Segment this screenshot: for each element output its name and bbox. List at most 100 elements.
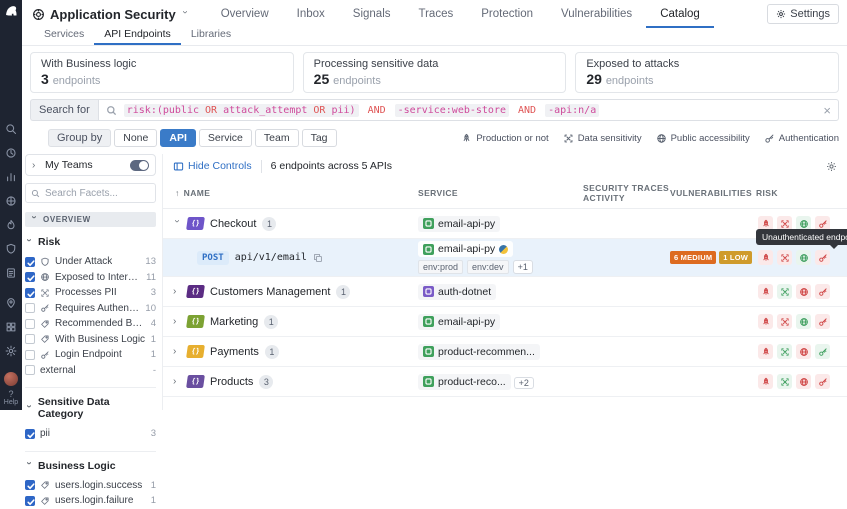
subnav-item-api-endpoints[interactable]: API Endpoints [94,28,181,45]
nav-synthetics-icon[interactable] [5,297,17,309]
copy-icon[interactable] [313,253,323,263]
topnav-item-signals[interactable]: Signals [339,0,405,28]
service-chip[interactable]: product-reco... [418,373,511,390]
column-header[interactable]: SERVICE [418,188,583,198]
facet-item[interactable]: Requires Authenticati... 10 [25,301,156,317]
more-tags-chip[interactable]: +1 [512,260,533,274]
subnav-item-libraries[interactable]: Libraries [181,28,241,45]
overview-section-header[interactable]: › OVERVIEW [25,212,156,227]
nav-integrations-icon[interactable] [5,321,17,333]
chevron-down-icon[interactable]: › [172,220,183,228]
service-chip[interactable]: email-api-py [418,313,501,330]
vulnerability-badge[interactable]: 6 MEDIUM [670,251,717,264]
my-teams-toggle[interactable] [130,159,149,171]
risk-rocket-icon[interactable] [758,314,773,329]
subnav-item-services[interactable]: Services [34,28,94,45]
risk-rocket-icon[interactable] [758,374,773,389]
facet-item[interactable]: With Business Logic 1 [25,332,156,348]
risk-pii-icon[interactable] [777,284,792,299]
service-chip[interactable]: auth-dotnet [418,283,497,300]
risk-globe-icon[interactable] [796,344,811,359]
facet-checkbox[interactable] [25,272,35,283]
group-by-none[interactable]: None [114,129,158,147]
service-chip[interactable]: product-recommen... [418,343,540,360]
table-row-api[interactable]: › { } Customers Management 1 auth-dotnet [163,277,847,307]
column-header[interactable]: RISK [756,188,847,198]
facet-search-input[interactable]: Search Facets... [25,183,156,203]
env-tag[interactable]: env:dev [467,260,509,274]
facet-item[interactable]: Processes PII 3 [25,285,156,301]
table-row-api[interactable]: › { } Marketing 1 email-api-py [163,307,847,337]
facet-item[interactable]: users.login.failure 1 [25,493,156,509]
column-header[interactable]: SECURITY TRACES ACTIVITY [583,183,670,203]
more-services-chip[interactable]: +2 [513,377,534,389]
risk-key-icon[interactable] [815,250,830,265]
topnav-item-inbox[interactable]: Inbox [283,0,339,28]
facet-item[interactable]: pii 3 [25,426,156,442]
chevron-right-icon[interactable]: › [173,316,181,327]
risk-pii-icon[interactable] [777,314,792,329]
facet-checkbox[interactable] [25,303,35,314]
env-tag[interactable]: env:prod [418,260,464,274]
facet-group-title[interactable]: › Business Logic [24,460,156,472]
facet-item[interactable]: users.login.success 1 [25,478,156,494]
facet-group-title[interactable]: › Sensitive Data Category [23,396,156,420]
product-switcher[interactable]: Application Security › [32,7,190,22]
facet-checkbox[interactable] [25,256,35,267]
column-header-name[interactable]: ↑ NAME [163,188,418,198]
nav-network-icon[interactable] [5,195,17,207]
facet-checkbox[interactable] [25,318,35,329]
table-row-endpoint[interactable]: POST api/v1/email email-api-py env:prod e… [163,229,847,277]
summary-card-2[interactable]: Exposed to attacks 29 endpoints [575,52,840,93]
facet-checkbox[interactable] [25,287,35,298]
facet-item[interactable]: external - [25,363,156,379]
facet-item[interactable]: Exposed to Internet 11 [25,270,156,286]
nav-metrics-icon[interactable] [5,171,17,183]
facet-item[interactable]: Login Endpoint 1 [25,347,156,363]
legend-rocket-toggle[interactable]: Production or not [461,133,549,144]
column-header[interactable]: VULNERABILITIES [670,188,756,198]
facet-checkbox[interactable] [25,349,35,360]
table-row-api[interactable]: › { } Checkout 1 email-api-py [163,209,847,239]
legend-globe-toggle[interactable]: Public accessibility [656,133,750,144]
group-by-api[interactable]: API [160,129,196,147]
nav-search-icon[interactable] [5,123,17,135]
group-by-team[interactable]: Team [254,129,299,147]
summary-card-1[interactable]: Processing sensitive data 25 endpoints [302,52,567,93]
nav-settings-icon[interactable] [5,345,17,357]
datadog-logo[interactable] [4,4,19,19]
chevron-right-icon[interactable]: › [173,376,181,387]
facet-checkbox[interactable] [25,334,35,345]
clear-search-icon[interactable]: × [823,104,831,117]
risk-rocket-icon[interactable] [758,344,773,359]
risk-globe-icon[interactable] [796,284,811,299]
legend-key-toggle[interactable]: Authentication [764,133,839,144]
facet-checkbox[interactable] [25,365,35,376]
nav-apm-icon[interactable] [5,219,17,231]
group-by-tag[interactable]: Tag [301,129,337,147]
risk-pii-icon[interactable] [777,250,792,265]
risk-pii-icon[interactable] [777,374,792,389]
topnav-item-overview[interactable]: Overview [207,0,283,28]
table-row-api[interactable]: › { } Products 3 product-reco... +2 [163,367,847,397]
facet-group-title[interactable]: › Risk [24,236,156,248]
risk-globe-icon[interactable] [796,374,811,389]
group-by-service[interactable]: Service [198,129,252,147]
settings-button[interactable]: Settings [767,4,839,24]
user-avatar[interactable] [4,372,18,386]
table-row-api[interactable]: › { } Payments 1 product-recommen... [163,337,847,367]
help-button[interactable]: ? Help [4,389,18,406]
summary-card-0[interactable]: With Business logic 3 endpoints [30,52,294,93]
topnav-item-vulnerabilities[interactable]: Vulnerabilities [547,0,646,28]
nav-watchdog-icon[interactable] [5,147,17,159]
chevron-right-icon[interactable]: › [173,346,181,357]
topnav-item-protection[interactable]: Protection [467,0,547,28]
topnav-item-catalog[interactable]: Catalog [646,0,714,28]
service-chip[interactable]: email-api-py [418,215,501,232]
risk-rocket-icon[interactable] [758,284,773,299]
risk-key-icon[interactable] [815,284,830,299]
risk-key-icon[interactable] [815,344,830,359]
service-chip[interactable]: email-api-py [418,241,514,257]
nav-security-icon[interactable] [5,243,17,255]
risk-key-icon[interactable] [815,374,830,389]
